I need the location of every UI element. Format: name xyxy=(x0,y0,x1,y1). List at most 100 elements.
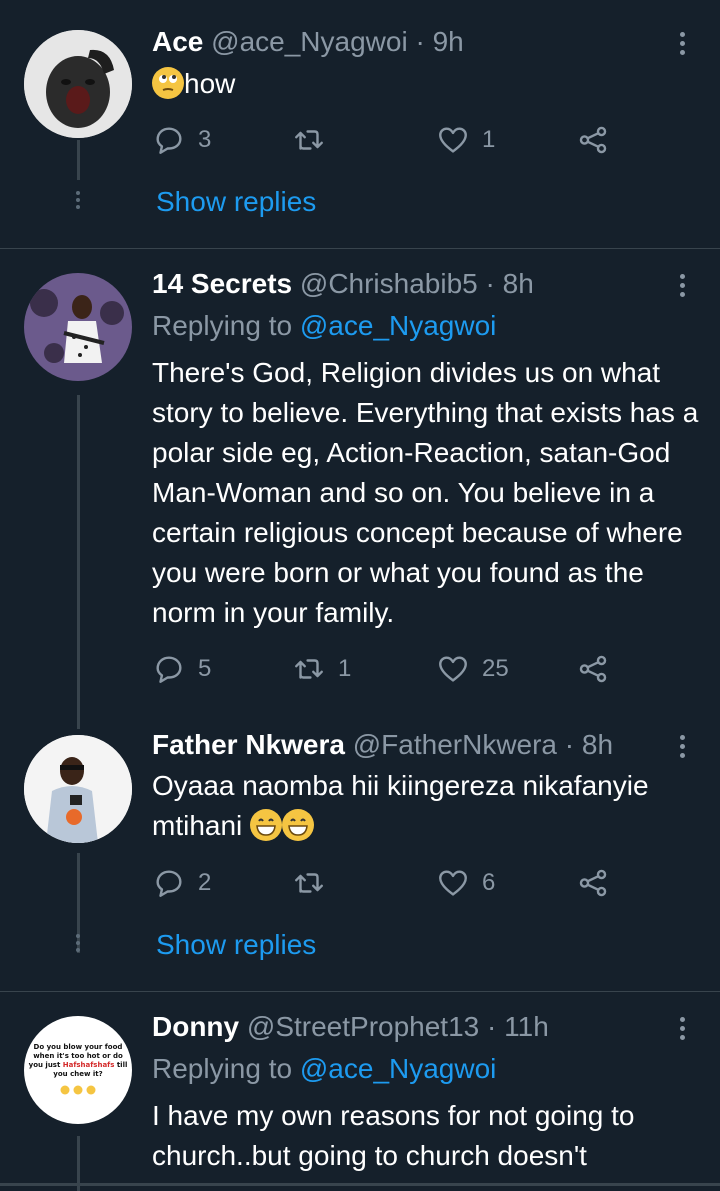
author-handle[interactable]: @StreetProphet13 xyxy=(247,1011,479,1042)
replying-to: Replying to @ace_Nyagwoi xyxy=(152,310,496,342)
more-options-icon[interactable] xyxy=(678,274,686,301)
avatar-donny-meme-line3-pre: you just xyxy=(28,1060,63,1069)
reply-count: 2 xyxy=(198,869,212,896)
tweet-ace[interactable]: Ace @ace_Nyagwoi · 9h how 3 1 Show repli… xyxy=(0,0,720,248)
rolling-eyes-emoji-icon xyxy=(152,67,184,99)
retweet-button[interactable] xyxy=(292,863,338,903)
more-options-icon[interactable] xyxy=(678,1017,686,1044)
avatar-donny[interactable]: Do you blow your food when it's too hot … xyxy=(24,1016,132,1124)
like-button[interactable]: 6 xyxy=(436,863,495,903)
like-count: 25 xyxy=(482,655,509,682)
tweet-header: Ace @ace_Nyagwoi · 9h xyxy=(152,26,464,58)
tweet-time[interactable]: 8h xyxy=(503,268,534,299)
replying-to-label: Replying to xyxy=(152,1053,293,1084)
tweet-text: There's God, Religion divides us on what… xyxy=(152,357,699,628)
thread-line xyxy=(77,709,80,729)
avatar-14-secrets[interactable] xyxy=(24,273,132,381)
reply-icon xyxy=(156,127,182,154)
reply-button[interactable]: 5 xyxy=(152,649,211,689)
author-name[interactable]: Donny xyxy=(152,1011,239,1042)
like-button[interactable]: 1 xyxy=(436,120,495,160)
tweet-actions: 5 1 25 xyxy=(152,649,622,689)
avatar-father-nkwera-image xyxy=(24,735,132,843)
share-icon xyxy=(579,869,607,897)
separator: · xyxy=(487,1011,497,1042)
grinning-face-emoji-icon xyxy=(282,809,315,841)
separator: · xyxy=(564,729,575,760)
author-handle[interactable]: @ace_Nyagwoi xyxy=(211,26,408,57)
thread-dots xyxy=(74,931,82,955)
tweet-text: Oyaaa naomba hii kiingereza nikafanyie m… xyxy=(152,766,707,846)
share-icon xyxy=(579,126,607,154)
more-options-icon[interactable] xyxy=(678,735,686,762)
tweet-father-nkwera[interactable]: Father Nkwera @FatherNkwera · 8h Oyaaa n… xyxy=(0,709,720,991)
replying-to-label: Replying to xyxy=(152,310,293,341)
author-name[interactable]: Ace xyxy=(152,26,203,57)
avatar-father-nkwera[interactable] xyxy=(24,735,132,843)
retweet-icon xyxy=(295,873,323,893)
reply-button[interactable]: 3 xyxy=(152,120,211,160)
show-replies-link[interactable]: Show replies xyxy=(156,186,316,218)
retweet-count: 1 xyxy=(338,655,352,682)
show-replies-link[interactable]: Show replies xyxy=(156,929,316,961)
retweet-icon xyxy=(295,130,323,150)
replying-to-mention[interactable]: @ace_Nyagwoi xyxy=(300,1053,497,1084)
like-count: 6 xyxy=(482,869,496,896)
tweet-header: Donny @StreetProphet13 · 11h xyxy=(152,1011,549,1043)
retweet-icon xyxy=(295,659,323,679)
tweet-header: Father Nkwera @FatherNkwera · 8h xyxy=(152,729,613,761)
avatar-donny-emojis xyxy=(29,1085,128,1098)
replying-to: Replying to @ace_Nyagwoi xyxy=(152,1053,496,1085)
tweet-donny[interactable]: Do you blow your food when it's too hot … xyxy=(0,992,720,1191)
tweet-time[interactable]: 9h xyxy=(433,26,464,57)
avatar-donny-meme-line1: Do you blow your food xyxy=(33,1042,123,1051)
reply-icon xyxy=(156,870,182,897)
avatar-donny-meme-line4: you chew it? xyxy=(53,1069,103,1078)
tweet-header: 14 Secrets @Chrishabib5 · 8h xyxy=(152,268,534,300)
avatar-14-secrets-image xyxy=(24,273,132,381)
bottom-divider xyxy=(0,1183,720,1186)
like-count: 1 xyxy=(482,126,496,153)
avatar-donny-meme-line2: when it's too hot or do xyxy=(33,1051,123,1060)
avatar-donny-meme-line3-em: Hafshafshafs xyxy=(62,1060,115,1069)
reply-count: 3 xyxy=(198,126,212,153)
more-options-icon[interactable] xyxy=(678,32,686,59)
tweet-time[interactable]: 11h xyxy=(504,1011,549,1042)
tweet-14-secrets[interactable]: 14 Secrets @Chrishabib5 · 8h Replying to… xyxy=(0,249,720,709)
author-name[interactable]: Father Nkwera xyxy=(152,729,345,760)
heart-icon xyxy=(439,870,467,896)
avatar-ace-image xyxy=(24,30,132,138)
share-button[interactable] xyxy=(576,649,610,689)
reply-button[interactable]: 2 xyxy=(152,863,211,903)
separator: · xyxy=(415,26,425,57)
thread-line xyxy=(77,395,80,709)
tweet-text: how xyxy=(152,64,707,104)
thread-line xyxy=(77,140,80,180)
tweet-text-content: how xyxy=(184,68,236,99)
author-handle[interactable]: @FatherNkwera xyxy=(353,729,557,760)
retweet-button[interactable]: 1 xyxy=(292,649,351,689)
avatar-donny-meme-line3-post: till xyxy=(114,1060,128,1069)
replying-to-mention[interactable]: @ace_Nyagwoi xyxy=(300,310,497,341)
retweet-button[interactable] xyxy=(292,120,338,160)
tweet-text: I have my own reasons for not going to c… xyxy=(152,1100,635,1171)
grinning-face-emoji-icon xyxy=(250,809,283,841)
share-icon xyxy=(579,655,607,683)
reply-count: 5 xyxy=(198,655,212,682)
separator: · xyxy=(485,268,495,299)
avatar-donny-meme: Do you blow your food when it's too hot … xyxy=(28,1042,128,1098)
author-name[interactable]: 14 Secrets xyxy=(152,268,292,299)
share-button[interactable] xyxy=(576,863,610,903)
author-handle[interactable]: @Chrishabib5 xyxy=(300,268,478,299)
heart-icon xyxy=(439,127,467,153)
share-button[interactable] xyxy=(576,120,610,160)
avatar-ace[interactable] xyxy=(24,30,132,138)
like-button[interactable]: 25 xyxy=(436,649,509,689)
heart-icon xyxy=(439,656,467,682)
tweet-text-content: Oyaaa naomba hii kiingereza nikafanyie m… xyxy=(152,770,649,841)
tweet-actions: 3 1 xyxy=(152,120,622,160)
tweet-actions: 2 6 xyxy=(152,863,622,903)
thread-dots xyxy=(74,188,82,212)
tweet-time[interactable]: 8h xyxy=(582,729,613,760)
reply-icon xyxy=(156,656,182,683)
